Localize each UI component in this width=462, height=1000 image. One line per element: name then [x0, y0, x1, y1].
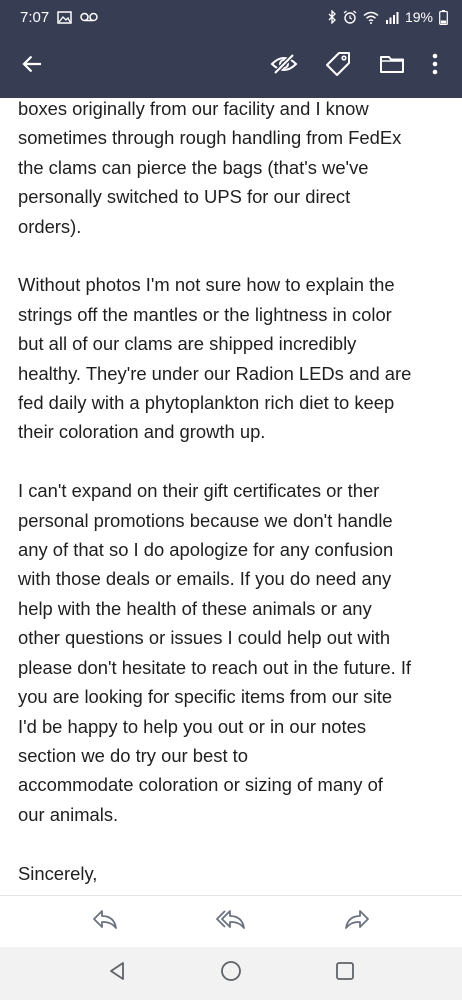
- label-button[interactable]: [314, 42, 362, 90]
- gallery-icon: [57, 10, 72, 24]
- back-arrow-icon: [22, 55, 42, 78]
- move-to-folder-button[interactable]: [368, 42, 416, 90]
- nav-home-icon: [220, 960, 242, 987]
- email-paragraph: I can't expand on their gift certificate…: [18, 480, 412, 825]
- folder-icon: [379, 54, 405, 79]
- system-back-button[interactable]: [97, 954, 137, 994]
- signal-icon: [385, 11, 399, 24]
- battery-percent: 19%: [404, 9, 433, 25]
- status-bar: 7:07 19%: [0, 0, 462, 34]
- battery-icon: [439, 9, 448, 25]
- email-paragraph: Without photos I'm not sure how to expla…: [18, 274, 412, 443]
- forward-icon: [344, 908, 370, 935]
- voicemail-icon: [80, 12, 98, 22]
- back-button[interactable]: [14, 48, 50, 84]
- nav-back-icon: [108, 961, 126, 986]
- reply-all-icon: [216, 908, 246, 935]
- reply-button[interactable]: [85, 902, 125, 942]
- reply-all-button[interactable]: [211, 902, 251, 942]
- tag-icon: [325, 51, 351, 82]
- reply-bar: [0, 895, 462, 947]
- status-time: 7:07: [20, 8, 50, 26]
- more-vert-icon: [432, 53, 438, 80]
- alarm-icon: [343, 10, 357, 24]
- nav-recents-icon: [335, 961, 355, 986]
- more-options-button[interactable]: [420, 42, 450, 90]
- eye-off-icon: [270, 52, 298, 81]
- email-paragraph: boxes originally from our facility and I…: [18, 98, 402, 237]
- wifi-icon: [363, 11, 379, 24]
- forward-button[interactable]: [337, 902, 377, 942]
- app-bar: [0, 34, 462, 98]
- system-nav-bar: [0, 947, 462, 1000]
- email-body[interactable]: boxes originally from our facility and I…: [0, 98, 462, 895]
- mark-unread-button[interactable]: [260, 42, 308, 90]
- reply-icon: [92, 908, 118, 935]
- bluetooth-icon: [327, 10, 337, 24]
- email-signoff: Sincerely,: [18, 862, 98, 884]
- system-home-button[interactable]: [211, 954, 251, 994]
- system-recents-button[interactable]: [325, 954, 365, 994]
